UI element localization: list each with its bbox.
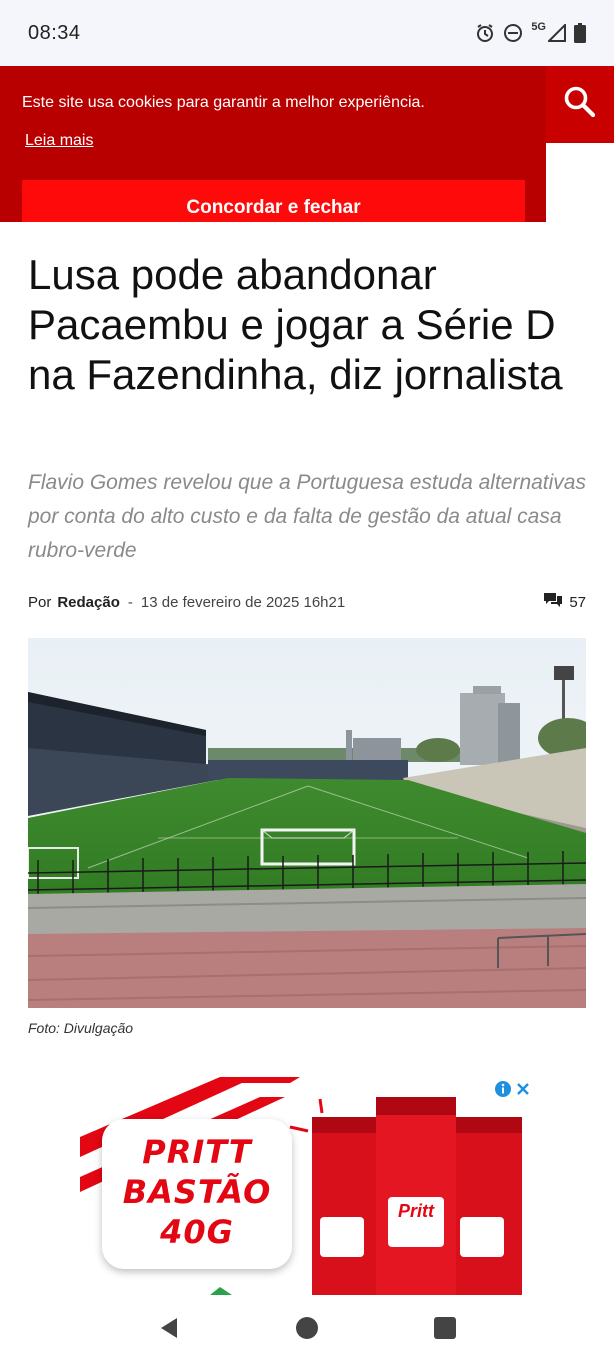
byline: Por Redação - 13 de fevereiro de 2025 16… xyxy=(28,592,586,612)
cookie-message: Este site usa cookies para garantir a me… xyxy=(22,94,425,111)
network-label: 5G xyxy=(531,21,546,33)
byline-prefix: Por xyxy=(28,593,52,611)
ad-headline-3: 40G xyxy=(160,1213,234,1251)
publish-date: 13 de fevereiro de 2025 16h21 xyxy=(140,593,346,611)
status-bar: 08:34 5G xyxy=(0,0,614,66)
article-subtitle: Flavio Gomes revelou que a Portuguesa es… xyxy=(28,471,586,562)
read-more-link[interactable]: Leia mais xyxy=(25,132,93,150)
back-icon[interactable] xyxy=(157,1316,181,1345)
ad-stick-brand: Pritt xyxy=(398,1201,434,1221)
dnd-icon xyxy=(503,23,523,43)
ad-stick-label: ORIGINAL xyxy=(396,1229,436,1238)
byline-separator: - xyxy=(127,593,133,611)
ad-headline-2: BASTÃO xyxy=(122,1173,272,1211)
author-link[interactable]: Redação xyxy=(57,594,120,611)
accept-cookies-button[interactable]: Concordar e fechar xyxy=(22,180,525,222)
ad-info-icon[interactable] xyxy=(494,1080,512,1103)
advertisement[interactable]: PRITT BASTÃO 40G Pritt ORIGINAL xyxy=(80,1077,535,1295)
alarm-icon xyxy=(475,23,495,43)
comments-button[interactable]: 57 xyxy=(543,592,586,612)
ad-controls xyxy=(494,1080,531,1103)
recents-icon[interactable] xyxy=(433,1316,457,1345)
article-headline: Lusa pode abandonar Pacaembu e jogar a S… xyxy=(28,251,563,398)
search-button[interactable] xyxy=(546,66,614,143)
search-icon xyxy=(563,85,597,124)
status-time: 08:34 xyxy=(28,21,81,44)
ad-headline-1: PRITT xyxy=(142,1133,252,1171)
cookie-banner: Este site usa cookies para garantir a me… xyxy=(0,66,546,222)
navigation-bar xyxy=(0,1296,614,1364)
image-caption: Foto: Divulgação xyxy=(28,1020,134,1036)
article-image xyxy=(28,638,586,1008)
status-icons: 5G xyxy=(475,21,586,43)
comment-count: 57 xyxy=(569,593,586,611)
comments-icon xyxy=(543,592,563,612)
home-icon[interactable] xyxy=(295,1316,319,1345)
battery-icon xyxy=(574,23,586,43)
ad-close-icon[interactable] xyxy=(515,1081,531,1102)
signal-icon xyxy=(548,24,566,42)
